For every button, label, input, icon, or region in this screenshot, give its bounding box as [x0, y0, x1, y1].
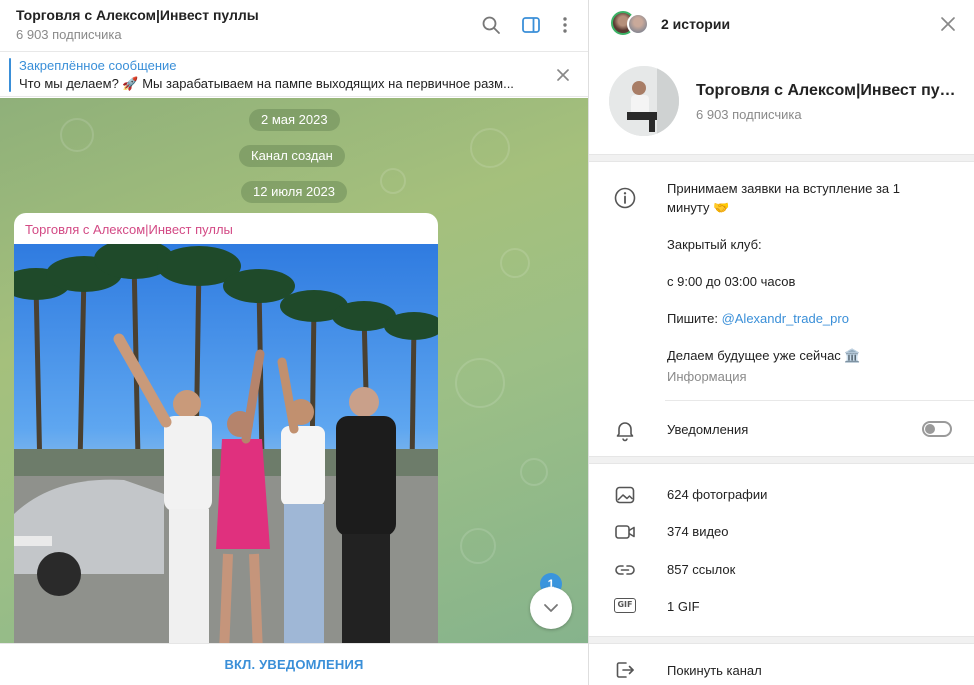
service-message: Канал создан — [239, 145, 345, 167]
gif-icon: GIF — [614, 598, 636, 613]
description-line: с 9:00 до 03:00 часов — [667, 274, 796, 289]
chat-pane: Торговля с Алексом|Инвест пуллы 6 903 по… — [0, 0, 588, 685]
more-vertical-icon — [563, 17, 567, 33]
chevron-down-icon — [544, 604, 558, 612]
story-avatar[interactable] — [627, 13, 649, 35]
channel-post[interactable]: Торговля с Алексом|Инвест пуллы — [14, 213, 438, 643]
search-button[interactable] — [478, 12, 504, 38]
stories-label[interactable]: 2 истории — [661, 16, 730, 32]
channel-avatar[interactable] — [609, 66, 679, 136]
leave-icon — [613, 658, 637, 682]
chat-wallpaper: 2 мая 2023 Канал создан 12 июля 2023 Тор… — [0, 98, 588, 643]
description-line: Принимаем заявки на вступление за 1 — [667, 181, 900, 196]
scroll-to-bottom-button[interactable] — [530, 587, 572, 629]
info-header: 2 истории — [589, 0, 974, 48]
channel-profile: Торговля с Алексом|Инвест пуллы 6 903 по… — [589, 48, 974, 154]
post-author[interactable]: Торговля с Алексом|Инвест пуллы — [25, 222, 233, 237]
contact-link[interactable]: @Alexandr_trade_pro — [722, 311, 849, 326]
wallpaper-doodle — [460, 528, 496, 564]
wallpaper-doodle — [500, 248, 530, 278]
description-contact-prefix: Пишите: — [667, 311, 722, 326]
pinned-text: Что мы делаем? 🚀 Мы зарабатываем на памп… — [19, 76, 514, 91]
description-line: Делаем будущее уже сейчас 🏛️ — [667, 348, 861, 363]
date-separator: 12 июля 2023 — [241, 181, 347, 203]
toggle-knob — [925, 424, 935, 434]
row-divider — [665, 400, 974, 401]
media-links[interactable]: 857 ссылок — [667, 562, 735, 577]
close-icon — [941, 17, 955, 31]
toggle-sidebar-button[interactable] — [518, 12, 544, 38]
wallpaper-doodle — [470, 128, 510, 168]
post-photo[interactable] — [14, 244, 438, 643]
wallpaper-doodle — [60, 118, 94, 152]
chat-subscriber-count: 6 903 подписчика — [16, 27, 122, 42]
more-menu-button[interactable] — [552, 12, 578, 38]
sidebar-panel-icon — [522, 17, 540, 33]
wallpaper-doodle — [380, 168, 406, 194]
channel-info-pane: 2 истории Торговля с Алексом|Инвест пулл… — [588, 0, 974, 685]
channel-name: Торговля с Алексом|Инвест пуллы — [696, 82, 961, 99]
unpin-button[interactable] — [552, 64, 574, 86]
info-icon — [613, 186, 637, 210]
wallpaper-doodle — [520, 458, 548, 486]
media-videos[interactable]: 374 видео — [667, 524, 729, 539]
close-icon — [557, 69, 569, 81]
section-divider — [589, 456, 974, 464]
leave-channel-button[interactable]: Покинуть канал — [667, 663, 762, 678]
description-contact: Пишите: @Alexandr_trade_pro — [667, 311, 849, 326]
photo-icon — [613, 483, 637, 507]
video-icon — [613, 520, 637, 544]
description-caption: Информация — [667, 369, 747, 384]
media-gifs[interactable]: 1 GIF — [667, 599, 700, 614]
chat-header[interactable]: Торговля с Алексом|Инвест пуллы 6 903 по… — [0, 0, 588, 50]
wallpaper-doodle — [455, 358, 505, 408]
section-divider — [589, 154, 974, 162]
notifications-label[interactable]: Уведомления — [667, 422, 748, 437]
bell-icon — [613, 418, 637, 442]
pinned-message[interactable]: Закреплённое сообщение Что мы делаем? 🚀 … — [0, 51, 588, 97]
channel-subscriber-count: 6 903 подписчика — [696, 107, 802, 122]
description-line: минуту 🤝 — [667, 200, 730, 215]
photo-illustration — [14, 244, 438, 643]
avatar-illustration — [609, 66, 679, 136]
pinned-indicator — [9, 58, 11, 92]
description-line: Закрытый клуб: — [667, 237, 762, 252]
enable-notifications-button[interactable]: ВКЛ. УВЕДОМЛЕНИЯ — [0, 643, 588, 685]
search-icon — [482, 16, 500, 34]
date-separator: 2 мая 2023 — [249, 109, 340, 131]
link-icon — [613, 558, 637, 582]
pinned-title: Закреплённое сообщение — [19, 58, 177, 73]
chat-title[interactable]: Торговля с Алексом|Инвест пуллы — [16, 7, 259, 23]
notifications-toggle[interactable] — [922, 421, 952, 437]
media-photos[interactable]: 624 фотографии — [667, 487, 767, 502]
section-divider — [589, 636, 974, 644]
close-info-button[interactable] — [937, 13, 959, 35]
